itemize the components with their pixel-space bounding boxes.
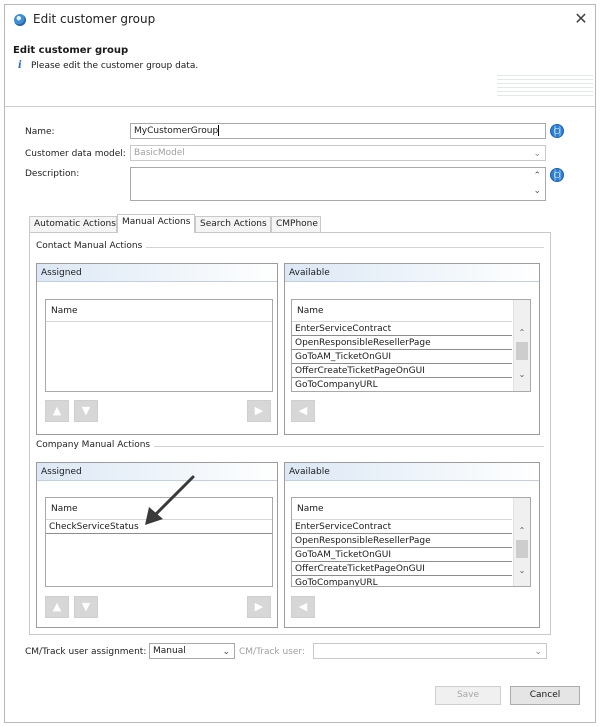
list-item[interactable]: GoToAM_TicketOnGUI xyxy=(292,548,512,562)
manual-actions-panel: Contact Manual Actions Assigned Name ▲ ▼… xyxy=(29,232,551,635)
description-textarea[interactable]: ⌃ ⌄ xyxy=(130,167,546,201)
arrow-left-icon: ◀ xyxy=(298,404,308,417)
contact-available-rows: EnterServiceContract OpenResponsibleResel… xyxy=(292,322,512,391)
model-select[interactable]: BasicModel ⌄ xyxy=(130,145,546,161)
column-header-name: Name xyxy=(46,300,272,322)
list-item[interactable]: GoToCompanyURL xyxy=(292,576,512,586)
user-select[interactable]: ⌄ xyxy=(313,643,547,659)
arrow-up-icon: ▲ xyxy=(52,600,62,613)
save-button[interactable]: Save xyxy=(435,686,501,705)
move-down-button[interactable]: ▼ xyxy=(74,400,98,422)
contact-assigned-header: Assigned xyxy=(37,264,277,282)
contact-assigned-list[interactable]: Name xyxy=(45,299,273,392)
banner-title: Edit customer group xyxy=(13,45,129,56)
company-available-panel: Available Name EnterServiceContract OpenR… xyxy=(284,462,540,628)
chevron-down-icon: ⌄ xyxy=(534,647,542,657)
move-right-button[interactable]: ▶ xyxy=(247,596,271,618)
description-label: Description: xyxy=(25,169,80,179)
scroll-thumb[interactable] xyxy=(516,540,528,558)
list-item[interactable]: GoToAM_TicketOnGUI xyxy=(292,350,512,364)
title-bar: Edit customer group ✕ xyxy=(5,5,595,35)
list-item[interactable]: OpenResponsibleResellerPage xyxy=(292,336,512,350)
company-available-header: Available xyxy=(285,463,539,481)
column-header-name: Name xyxy=(292,498,512,520)
company-available-rows: EnterServiceContract OpenResponsibleResel… xyxy=(292,520,512,586)
name-input[interactable]: MyCustomerGroup xyxy=(130,123,546,139)
list-item[interactable]: EnterServiceContract xyxy=(292,322,512,336)
chevron-down-icon: ⌄ xyxy=(222,647,230,657)
banner-message: Please edit the customer group data. xyxy=(31,61,199,71)
chevron-down-icon[interactable]: ⌄ xyxy=(533,185,541,198)
arrow-left-icon: ◀ xyxy=(298,600,308,613)
chevron-down-icon[interactable]: ⌄ xyxy=(514,566,530,575)
tab-automatic-actions[interactable]: Automatic Actions xyxy=(29,216,117,232)
arrow-down-icon: ▼ xyxy=(81,600,91,613)
name-value: MyCustomerGroup xyxy=(134,126,219,136)
contact-available-panel: Available Name EnterServiceContract OpenR… xyxy=(284,263,540,435)
text-caret xyxy=(218,125,220,136)
assignment-select[interactable]: Manual ⌄ xyxy=(149,643,235,659)
tab-cmphone[interactable]: CMPhone xyxy=(271,216,321,232)
globe-icon[interactable] xyxy=(550,168,564,182)
cancel-button[interactable]: Cancel xyxy=(510,686,580,705)
contact-available-header: Available xyxy=(285,264,539,282)
contact-available-list[interactable]: Name EnterServiceContract OpenResponsible… xyxy=(291,299,531,392)
contact-group-title: Contact Manual Actions xyxy=(36,241,147,251)
window-title: Edit customer group xyxy=(33,12,156,26)
contact-assigned-panel: Assigned Name ▲ ▼ ▶ xyxy=(36,263,278,435)
arrow-right-icon: ▶ xyxy=(254,404,264,417)
edit-customer-group-dialog: Edit customer group ✕ Edit customer grou… xyxy=(4,4,596,723)
company-available-list[interactable]: Name EnterServiceContract OpenResponsible… xyxy=(291,497,531,587)
move-down-button[interactable]: ▼ xyxy=(74,596,98,618)
chevron-up-icon[interactable]: ⌃ xyxy=(514,526,530,535)
chevron-down-icon[interactable]: ⌄ xyxy=(514,370,530,379)
move-right-button[interactable]: ▶ xyxy=(247,400,271,422)
move-up-button[interactable]: ▲ xyxy=(45,400,69,422)
arrow-up-icon: ▲ xyxy=(52,404,62,417)
company-available-scrollbar[interactable]: ⌃ ⌄ xyxy=(513,498,530,586)
column-header-name: Name xyxy=(292,300,512,322)
list-item[interactable]: OfferCreateTicketPageOnGUI xyxy=(292,364,512,378)
tab-manual-actions[interactable]: Manual Actions xyxy=(117,214,195,233)
header-banner: Edit customer group i Please edit the cu… xyxy=(5,35,595,107)
list-item[interactable]: OpenResponsibleResellerPage xyxy=(292,534,512,548)
move-left-button[interactable]: ◀ xyxy=(291,400,315,422)
globe-icon xyxy=(14,14,26,26)
banner-decoration xyxy=(497,75,593,97)
globe-icon[interactable] xyxy=(550,124,564,138)
company-group-title: Company Manual Actions xyxy=(36,440,155,450)
list-item[interactable]: OfferCreateTicketPageOnGUI xyxy=(292,562,512,576)
name-label: Name: xyxy=(25,127,55,137)
annotation-arrow-icon xyxy=(145,475,195,525)
info-icon: i xyxy=(18,60,22,71)
model-value: BasicModel xyxy=(134,148,185,158)
model-label: Customer data model: xyxy=(25,149,126,159)
move-left-button[interactable]: ◀ xyxy=(291,596,315,618)
chevron-down-icon: ⌄ xyxy=(533,149,541,159)
assignment-value: Manual xyxy=(153,646,186,656)
move-up-button[interactable]: ▲ xyxy=(45,596,69,618)
arrow-down-icon: ▼ xyxy=(81,404,91,417)
tab-search-actions[interactable]: Search Actions xyxy=(195,216,271,232)
scroll-thumb[interactable] xyxy=(516,342,528,360)
list-item[interactable]: EnterServiceContract xyxy=(292,520,512,534)
chevron-up-icon[interactable]: ⌃ xyxy=(533,170,541,183)
list-item[interactable]: GoToCompanyURL xyxy=(292,378,512,391)
contact-available-scrollbar[interactable]: ⌃ ⌄ xyxy=(513,300,530,391)
chevron-up-icon[interactable]: ⌃ xyxy=(514,328,530,337)
user-label: CM/Track user: xyxy=(239,647,305,657)
assignment-label: CM/Track user assignment: xyxy=(25,647,147,657)
close-button[interactable]: ✕ xyxy=(571,9,591,29)
arrow-right-icon: ▶ xyxy=(254,600,264,613)
